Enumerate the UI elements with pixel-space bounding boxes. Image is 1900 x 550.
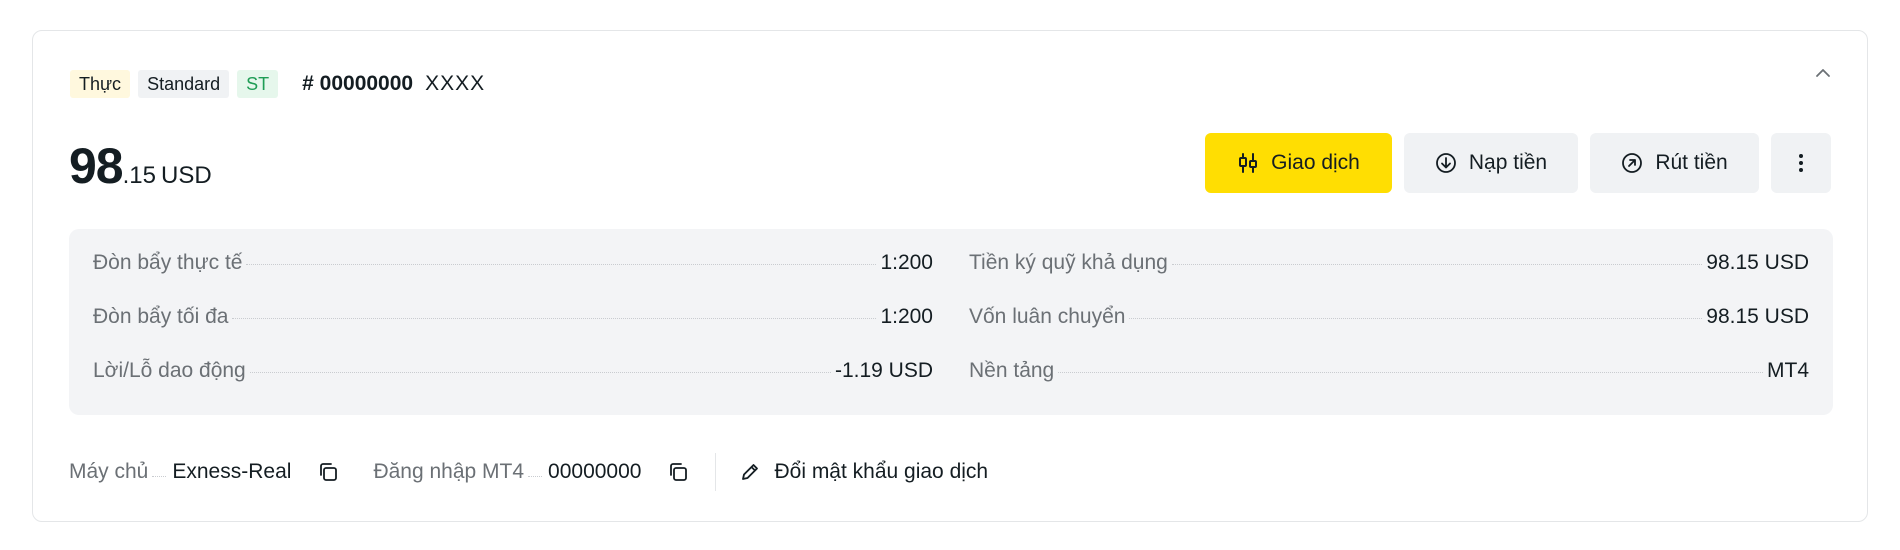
- collapse-button[interactable]: [1811, 61, 1835, 85]
- detail-value: 1:200: [880, 305, 933, 328]
- detail-value: 98.15 USD: [1706, 251, 1809, 274]
- dotted-leader: [1129, 318, 1703, 319]
- details-right-column: Tiền ký quỹ khả dụng 98.15 USD Vốn luân …: [969, 251, 1809, 415]
- server-value: Exness-Real: [172, 460, 292, 483]
- account-actions: Giao dịch Nạp tiền Rút tiền: [1205, 133, 1831, 193]
- detail-value: 98.15 USD: [1706, 305, 1809, 328]
- account-type-badge: Standard: [138, 70, 230, 98]
- login-value: 00000000: [548, 460, 642, 483]
- account-number: # 00000000: [302, 72, 414, 95]
- trade-button-label: Giao dịch: [1271, 151, 1360, 174]
- copy-login-button[interactable]: [667, 461, 689, 483]
- dotted-leader: [152, 475, 167, 477]
- deposit-button[interactable]: Nạp tiền: [1404, 133, 1578, 193]
- detail-label: Đòn bẩy tối đa: [93, 305, 229, 328]
- pencil-icon: [740, 462, 760, 482]
- dotted-leader: [232, 318, 877, 319]
- detail-row-free-margin: Tiền ký quỹ khả dụng 98.15 USD: [969, 251, 1809, 305]
- account-card: Thực Standard ST # 00000000 XXXX 98 .15 …: [32, 30, 1868, 522]
- detail-label: Đòn bẩy thực tế: [93, 251, 243, 274]
- detail-row-max-leverage: Đòn bẩy tối đa 1:200: [93, 305, 933, 359]
- dotted-leader: [1058, 372, 1763, 373]
- footer-divider: [715, 453, 717, 491]
- login-label: Đăng nhập MT4: [373, 460, 525, 483]
- detail-value: 1:200: [880, 251, 933, 274]
- more-options-button[interactable]: [1771, 133, 1831, 193]
- withdraw-button-label: Rút tiền: [1655, 151, 1728, 174]
- detail-label: Tiền ký quỹ khả dụng: [969, 251, 1168, 274]
- detail-value: -1.19 USD: [834, 359, 933, 382]
- detail-row-platform: Nền tảng MT4: [969, 359, 1809, 413]
- more-vertical-icon: [1799, 154, 1803, 172]
- copy-server-button[interactable]: [317, 461, 339, 483]
- account-footer: Máy chủ Exness-Real Đăng nhập MT4 000000…: [69, 453, 988, 491]
- detail-value: MT4: [1767, 359, 1809, 382]
- account-name: XXXX: [425, 72, 486, 95]
- detail-row-equity: Vốn luân chuyển 98.15 USD: [969, 305, 1809, 359]
- account-details-panel: Đòn bẩy thực tế 1:200 Đòn bẩy tối đa 1:2…: [69, 229, 1833, 415]
- account-code-badge: ST: [237, 70, 279, 98]
- account-header: Thực Standard ST # 00000000 XXXX: [70, 69, 485, 99]
- account-balance: 98 .15 USD: [69, 137, 212, 195]
- real-badge: Thực: [70, 70, 131, 98]
- detail-label: Lời/Lỗ dao động: [93, 359, 246, 382]
- withdraw-button[interactable]: Rút tiền: [1590, 133, 1759, 193]
- dotted-leader: [249, 372, 831, 373]
- server-label: Máy chủ: [69, 460, 149, 483]
- arrow-up-right-circle-icon: [1621, 152, 1643, 174]
- change-password-link[interactable]: Đổi mật khẩu giao dịch: [740, 460, 988, 484]
- detail-row-floating-pl: Lời/Lỗ dao động -1.19 USD: [93, 359, 933, 413]
- balance-currency: USD: [161, 162, 212, 189]
- change-password-label: Đổi mật khẩu giao dịch: [774, 460, 989, 483]
- copy-icon: [670, 463, 688, 481]
- candlestick-icon: [1237, 152, 1259, 174]
- deposit-button-label: Nạp tiền: [1468, 151, 1548, 174]
- arrow-down-circle-icon: [1435, 152, 1457, 174]
- dotted-leader: [1171, 264, 1703, 265]
- dotted-leader: [528, 475, 543, 477]
- balance-integer: 98: [69, 138, 124, 194]
- dotted-leader: [246, 264, 877, 265]
- trade-button[interactable]: Giao dịch: [1205, 133, 1392, 193]
- detail-label: Nền tảng: [969, 359, 1055, 382]
- detail-label: Vốn luân chuyển: [969, 305, 1126, 328]
- chevron-up-icon: [1816, 69, 1830, 77]
- balance-fraction: .15: [122, 162, 156, 189]
- detail-row-actual-leverage: Đòn bẩy thực tế 1:200: [93, 251, 933, 305]
- copy-icon: [320, 463, 338, 481]
- details-left-column: Đòn bẩy thực tế 1:200 Đòn bẩy tối đa 1:2…: [93, 251, 933, 415]
